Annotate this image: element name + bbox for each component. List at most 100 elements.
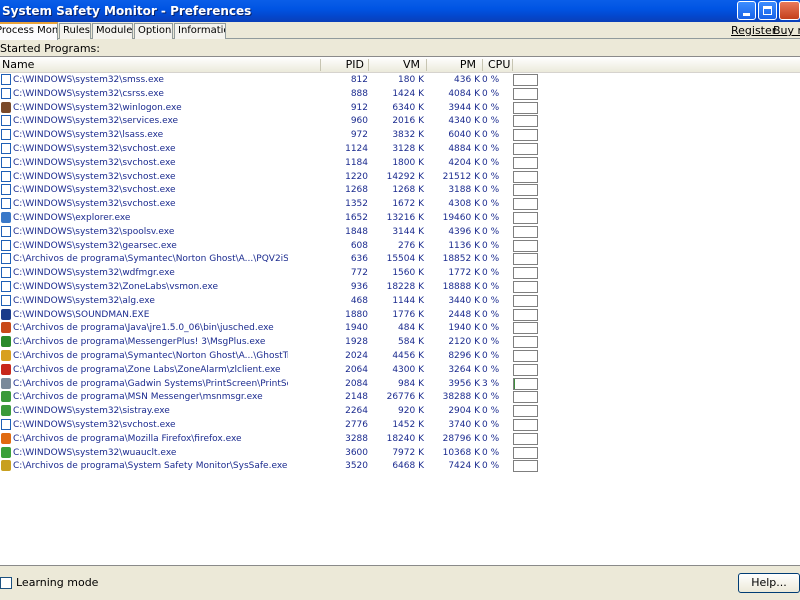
table-row[interactable]: C:\WINDOWS\explorer.exe 1652 13216 K 19460 … xyxy=(0,211,800,225)
minimize-button[interactable] xyxy=(737,1,756,20)
table-row[interactable]: C:\WINDOWS\system32\smss.exe 812 180 K 436 … xyxy=(0,73,800,87)
process-pid: 1928 xyxy=(345,337,368,348)
executable-icon xyxy=(1,129,11,141)
process-cpu: 0 % xyxy=(482,364,500,375)
cpu-usage-bar xyxy=(513,280,538,293)
cpu-usage-bar xyxy=(513,322,538,335)
buy-now-link[interactable]: Buy now xyxy=(773,24,800,37)
table-row[interactable]: C:\WINDOWS\system32\svchost.exe 1184 1800 … xyxy=(0,156,800,170)
process-pm: 8296 K xyxy=(448,350,480,361)
table-row[interactable]: C:\WINDOWS\system32\lsass.exe 972 3832 K 60… xyxy=(0,128,800,142)
process-vm: 1560 K xyxy=(392,268,424,279)
process-pid: 468 xyxy=(350,295,368,306)
process-vm: 7972 K xyxy=(392,447,424,458)
learning-mode-label: Learning mode xyxy=(16,576,99,589)
table-row[interactable]: C:\Archivos de programa\Gadwin Systems\P… xyxy=(0,377,800,391)
process-pid: 772 xyxy=(350,268,368,279)
process-cpu: 0 % xyxy=(482,199,500,210)
tab-information[interactable]: Information xyxy=(174,23,226,39)
process-cpu: 0 % xyxy=(482,433,500,444)
table-row[interactable]: C:\Archivos de programa\MSN Messenger\ms… xyxy=(0,390,800,404)
table-row[interactable]: C:\Archivos de programa\Symantec\Norton … xyxy=(0,252,800,266)
learning-mode-checkbox[interactable] xyxy=(0,576,12,589)
process-pid: 1652 xyxy=(345,212,368,223)
process-cpu: 0 % xyxy=(482,226,500,237)
table-row[interactable]: C:\WINDOWS\SOUNDMAN.EXE 1880 1776 K 2448 K0… xyxy=(0,308,800,322)
executable-icon xyxy=(1,267,11,279)
process-pm: 3188 K xyxy=(448,185,480,196)
table-row[interactable]: C:\WINDOWS\system32\wdfmgr.exe 772 1560 K 1… xyxy=(0,266,800,280)
process-pm: 28796 K xyxy=(442,433,480,444)
table-row[interactable]: C:\WINDOWS\system32\alg.exe 468 1144 K 3440… xyxy=(0,294,800,308)
table-row[interactable]: C:\WINDOWS\system32\svchost.exe 2776 1452 … xyxy=(0,418,800,432)
process-vm: 1776 K xyxy=(392,309,424,320)
column-header-cpu[interactable]: CPU xyxy=(488,58,510,72)
process-pm: 3440 K xyxy=(448,295,480,306)
table-row[interactable]: C:\WINDOWS\system32\winlogon.exe 912 6340 … xyxy=(0,101,800,115)
process-pid: 888 xyxy=(350,88,368,99)
table-row[interactable]: C:\Archivos de programa\Symantec\Norton … xyxy=(0,349,800,363)
header-divider[interactable] xyxy=(512,59,513,71)
process-pid: 960 xyxy=(350,116,368,127)
process-pid: 972 xyxy=(350,130,368,141)
table-row[interactable]: C:\WINDOWS\system32\wuauclt.exe 3600 7972 … xyxy=(0,446,800,460)
tab-rules[interactable]: Rules xyxy=(59,23,91,39)
table-row[interactable]: C:\WINDOWS\system32\spoolsv.exe 1848 3144 … xyxy=(0,225,800,239)
table-row[interactable]: C:\Archivos de programa\Mozilla Firefox\… xyxy=(0,432,800,446)
table-row[interactable]: C:\Archivos de programa\Java\jre1.5.0_06… xyxy=(0,321,800,335)
column-header-pid[interactable]: PID xyxy=(320,58,364,72)
column-header-pm[interactable]: PM xyxy=(426,58,476,72)
process-path: C:\WINDOWS\system32\svchost.exe xyxy=(13,419,176,430)
process-cpu: 0 % xyxy=(482,130,500,141)
table-row[interactable]: C:\WINDOWS\system32\svchost.exe 1124 3128 … xyxy=(0,142,800,156)
title-bar: System Safety Monitor - Preferences xyxy=(0,0,800,22)
list-header: Name PID VM PM CPU xyxy=(0,57,800,73)
maximize-button[interactable] xyxy=(758,1,777,20)
process-cpu: 0 % xyxy=(482,254,500,265)
table-row[interactable]: C:\Archivos de programa\System Safety Mo… xyxy=(0,459,800,473)
process-pm: 7424 K xyxy=(448,461,480,472)
table-row[interactable]: C:\WINDOWS\system32\services.exe 960 2016 … xyxy=(0,114,800,128)
table-row[interactable]: C:\WINDOWS\system32\svchost.exe 1268 1268 … xyxy=(0,183,800,197)
tab-process-monitor[interactable]: Process Monitor xyxy=(0,22,58,40)
process-cpu: 0 % xyxy=(482,268,500,279)
process-vm: 6468 K xyxy=(392,461,424,472)
process-cpu: 0 % xyxy=(482,309,500,320)
cpu-usage-bar xyxy=(513,156,538,169)
maximize-icon xyxy=(763,6,772,15)
process-pid: 3520 xyxy=(345,461,368,472)
process-vm: 920 K xyxy=(398,406,424,417)
process-pm: 6040 K xyxy=(448,130,480,141)
process-cpu: 0 % xyxy=(482,323,500,334)
process-cpu: 0 % xyxy=(482,88,500,99)
table-row[interactable]: C:\WINDOWS\system32\svchost.exe 1352 1672 … xyxy=(0,197,800,211)
table-row[interactable]: C:\WINDOWS\system32\csrss.exe 888 1424 K 40… xyxy=(0,87,800,101)
register-link[interactable]: Register xyxy=(731,24,776,37)
process-list[interactable]: Name PID VM PM CPU C:\WINDOWS\system32\s… xyxy=(0,56,800,566)
process-path: C:\Archivos de programa\Mozilla Firefox\… xyxy=(13,433,242,444)
header-divider[interactable] xyxy=(482,59,483,71)
table-row[interactable]: C:\WINDOWS\system32\ZoneLabs\vsmon.exe 93… xyxy=(0,280,800,294)
table-row[interactable]: C:\Archivos de programa\MessengerPlus! 3… xyxy=(0,335,800,349)
executable-icon xyxy=(1,170,11,182)
tab-options[interactable]: Options xyxy=(134,23,173,39)
table-row[interactable]: C:\WINDOWS\system32\gearsec.exe 608 276 K 1… xyxy=(0,239,800,253)
table-row[interactable]: C:\WINDOWS\system32\sistray.exe 2264 920 K… xyxy=(0,404,800,418)
cpu-usage-bar xyxy=(513,170,538,183)
process-rows: C:\WINDOWS\system32\smss.exe 812 180 K 436 … xyxy=(0,73,800,473)
process-pm: 4396 K xyxy=(448,226,480,237)
tab-modules[interactable]: Modules xyxy=(92,23,133,39)
cpu-usage-bar xyxy=(513,446,538,459)
help-button[interactable]: Help... xyxy=(738,573,800,593)
close-button[interactable] xyxy=(779,1,800,20)
application-icon xyxy=(1,432,11,444)
process-path: C:\WINDOWS\system32\svchost.exe xyxy=(13,199,176,210)
table-row[interactable]: C:\Archivos de programa\Zone Labs\ZoneAl… xyxy=(0,363,800,377)
column-header-name[interactable]: Name xyxy=(2,58,34,72)
process-path: C:\Archivos de programa\MessengerPlus! 3… xyxy=(13,337,266,348)
process-vm: 18240 K xyxy=(386,433,424,444)
learning-mode-option[interactable]: Learning mode xyxy=(0,576,98,589)
process-pm: 2448 K xyxy=(448,309,480,320)
column-header-vm[interactable]: VM xyxy=(368,58,420,72)
table-row[interactable]: C:\WINDOWS\system32\svchost.exe 1220 14292… xyxy=(0,170,800,184)
